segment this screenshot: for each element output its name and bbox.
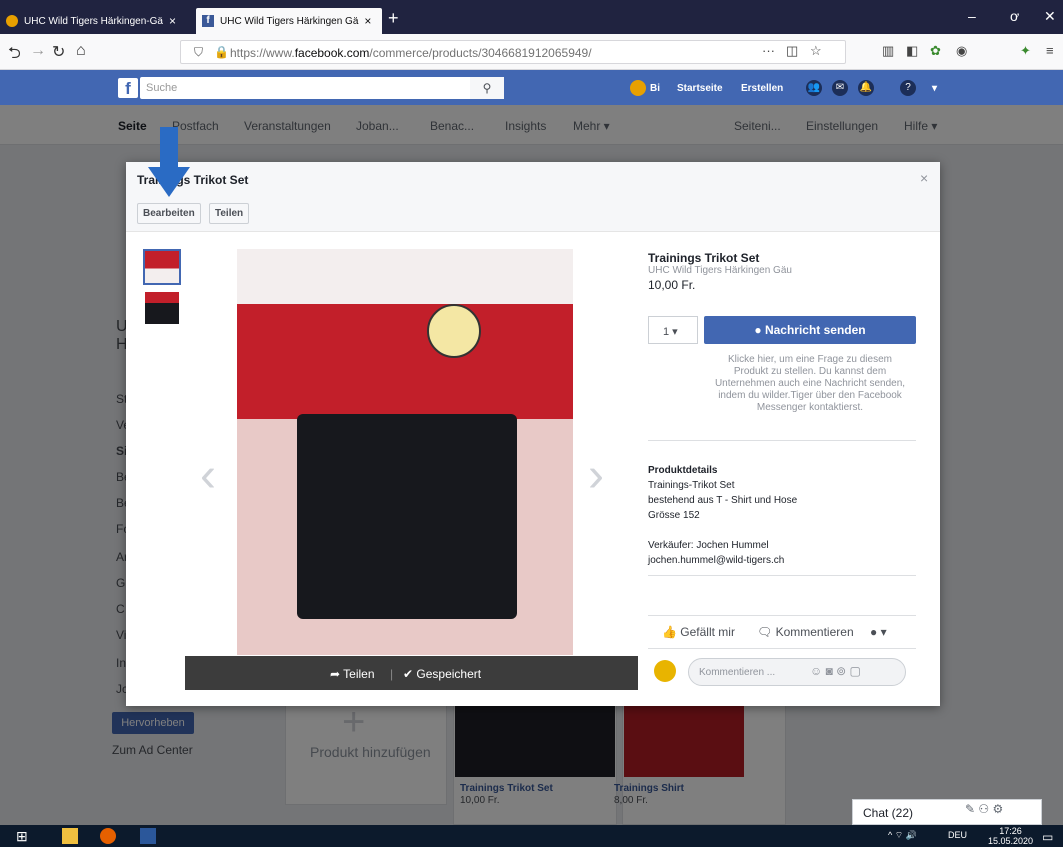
menu-icon[interactable]: ≡ [1046, 43, 1054, 58]
product-title: Trainings Trikot Set [648, 251, 760, 265]
minimize-button[interactable]: – [968, 8, 976, 24]
shield-icon[interactable]: ⛉ [194, 45, 203, 60]
clock[interactable]: 17:26 15.05.2020 [988, 826, 1033, 846]
url-text[interactable]: https://www.facebook.com/commerce/produc… [230, 46, 592, 60]
send-message-button[interactable]: ● Nachricht senden [704, 316, 916, 344]
close-tab-icon[interactable]: × [169, 14, 176, 28]
messenger-icon: ● [754, 323, 765, 337]
photo-saved-button[interactable]: ✔ Gespeichert [403, 667, 481, 681]
thumbs-up-icon: 👍 [662, 625, 681, 639]
product-thumbnail[interactable] [143, 290, 181, 326]
message-help-text: Klicke hier, um eine Frage zu diesem Pro… [714, 354, 906, 413]
close-icon[interactable]: × [920, 170, 928, 186]
checkmark-icon: ✔ [403, 667, 417, 681]
comment-input[interactable]: Kommentieren ... [688, 658, 906, 686]
word-icon[interactable] [140, 828, 156, 844]
browser-tab-2[interactable]: f UHC Wild Tigers Härkingen Gä × [196, 8, 382, 34]
help-icon[interactable]: ? [900, 80, 916, 96]
previous-photo-icon[interactable]: ‹ [200, 448, 216, 503]
share-arrow-icon: ➦ [330, 667, 344, 681]
tab-label: UHC Wild Tigers Härkingen-Gä [24, 15, 163, 27]
forward-icon[interactable]: → [30, 42, 46, 60]
lock-icon: 🔒 [214, 45, 229, 59]
language-indicator[interactable]: DEU [948, 830, 967, 840]
search-input[interactable]: Suche [140, 77, 504, 99]
chat-settings-icon[interactable]: ✎ ⚇ ⚙ [965, 802, 1003, 816]
friend-requests-icon[interactable]: 👥 [806, 80, 822, 96]
bookmark-star-icon[interactable]: ☆ [810, 43, 822, 59]
comment-button[interactable]: 🗨 Kommentieren [757, 625, 854, 639]
product-seller[interactable]: UHC Wild Tigers Härkingen Gäu [648, 265, 792, 276]
next-photo-icon[interactable]: › [588, 448, 604, 503]
divider [648, 440, 916, 441]
tiger-favicon-icon [6, 15, 18, 27]
divider: | [390, 667, 394, 681]
product-thumbnail[interactable] [143, 249, 181, 285]
shirt-stripe-shape [237, 249, 573, 304]
reload-icon[interactable]: ↻ [52, 42, 65, 62]
tab-label: UHC Wild Tigers Härkingen Gä [220, 15, 359, 27]
facebook-favicon-icon: f [202, 15, 214, 27]
notifications-icon[interactable]: 🔔 [858, 80, 874, 96]
gift-icon[interactable]: ✦ [1020, 43, 1031, 59]
comment-emoji-icon[interactable]: ☺ ◙ ⊚ ▢ [810, 664, 861, 678]
chat-bar[interactable]: Chat (22) [852, 799, 1042, 825]
library-icon[interactable]: ▥ [882, 43, 894, 59]
close-window-button[interactable]: ✕ [1044, 8, 1056, 25]
sidebar-icon[interactable]: ◧ [906, 43, 918, 59]
like-button[interactable]: 👍 Gefällt mir [662, 625, 735, 639]
page-avatar [654, 660, 676, 682]
restore-button[interactable]: ơ [1010, 8, 1019, 24]
seller-line: Verkäufer: Jochen Hummel [648, 540, 769, 551]
share-button[interactable]: Teilen [209, 203, 250, 224]
notification-center-icon[interactable]: ▭ [1042, 830, 1053, 844]
file-explorer-icon[interactable] [62, 828, 78, 844]
details-line: Grösse 152 [648, 510, 700, 521]
firefox-icon[interactable] [100, 828, 116, 844]
account-menu-icon[interactable]: ▾ [932, 83, 937, 94]
details-heading: Produktdetails [648, 465, 718, 476]
photo-share-button[interactable]: ➦ Teilen [330, 667, 375, 681]
facebook-logo-icon[interactable]: f [118, 78, 138, 98]
tray-icons[interactable]: ^ ⌔ 🔊 [888, 830, 917, 841]
page-identity-selector[interactable]: ● ▾ [870, 625, 887, 639]
page-actions-icon[interactable]: ··· [762, 43, 775, 58]
comment-icon: 🗨 [757, 625, 776, 639]
annotation-arrow [160, 127, 178, 169]
divider [648, 648, 916, 649]
divider [648, 615, 916, 616]
product-photo [237, 249, 573, 655]
annotation-arrow-head [148, 167, 190, 197]
account-icon[interactable]: ◉ [956, 43, 967, 59]
browser-tab-1[interactable]: UHC Wild Tigers Härkingen-Gä × [0, 8, 192, 34]
create-link[interactable]: Erstellen [741, 83, 783, 94]
home-link[interactable]: Startseite [677, 83, 723, 94]
seller-email: jochen.hummel@wild-tigers.ch [648, 555, 785, 566]
product-details: Produktdetails Trainings-Trikot Set best… [648, 463, 797, 568]
quantity-select[interactable]: 1 ▾ [648, 316, 698, 344]
search-icon[interactable]: ⚲ [470, 77, 504, 99]
product-price: 10,00 Fr. [648, 278, 696, 292]
edit-button[interactable]: Bearbeiten [137, 203, 201, 224]
back-icon[interactable]: ⮌ [8, 42, 21, 69]
extension-icon[interactable]: ✿ [930, 43, 941, 59]
profile-name[interactable]: Bi [650, 83, 660, 94]
details-line: bestehend aus T - Shirt und Hose [648, 495, 798, 506]
pocket-icon[interactable]: ◫ [786, 43, 798, 59]
messenger-icon[interactable]: ✉ [832, 80, 848, 96]
new-tab-button[interactable]: + [388, 8, 399, 29]
home-icon[interactable]: ⌂ [76, 42, 86, 60]
shorts-shape [297, 414, 517, 619]
close-tab-icon[interactable]: × [364, 14, 371, 28]
windows-start-icon[interactable]: ⊞ [16, 828, 32, 844]
club-logo-icon [427, 304, 481, 358]
profile-avatar[interactable] [630, 80, 646, 96]
details-line: Trainings-Trikot Set [648, 480, 735, 491]
divider [648, 575, 916, 576]
